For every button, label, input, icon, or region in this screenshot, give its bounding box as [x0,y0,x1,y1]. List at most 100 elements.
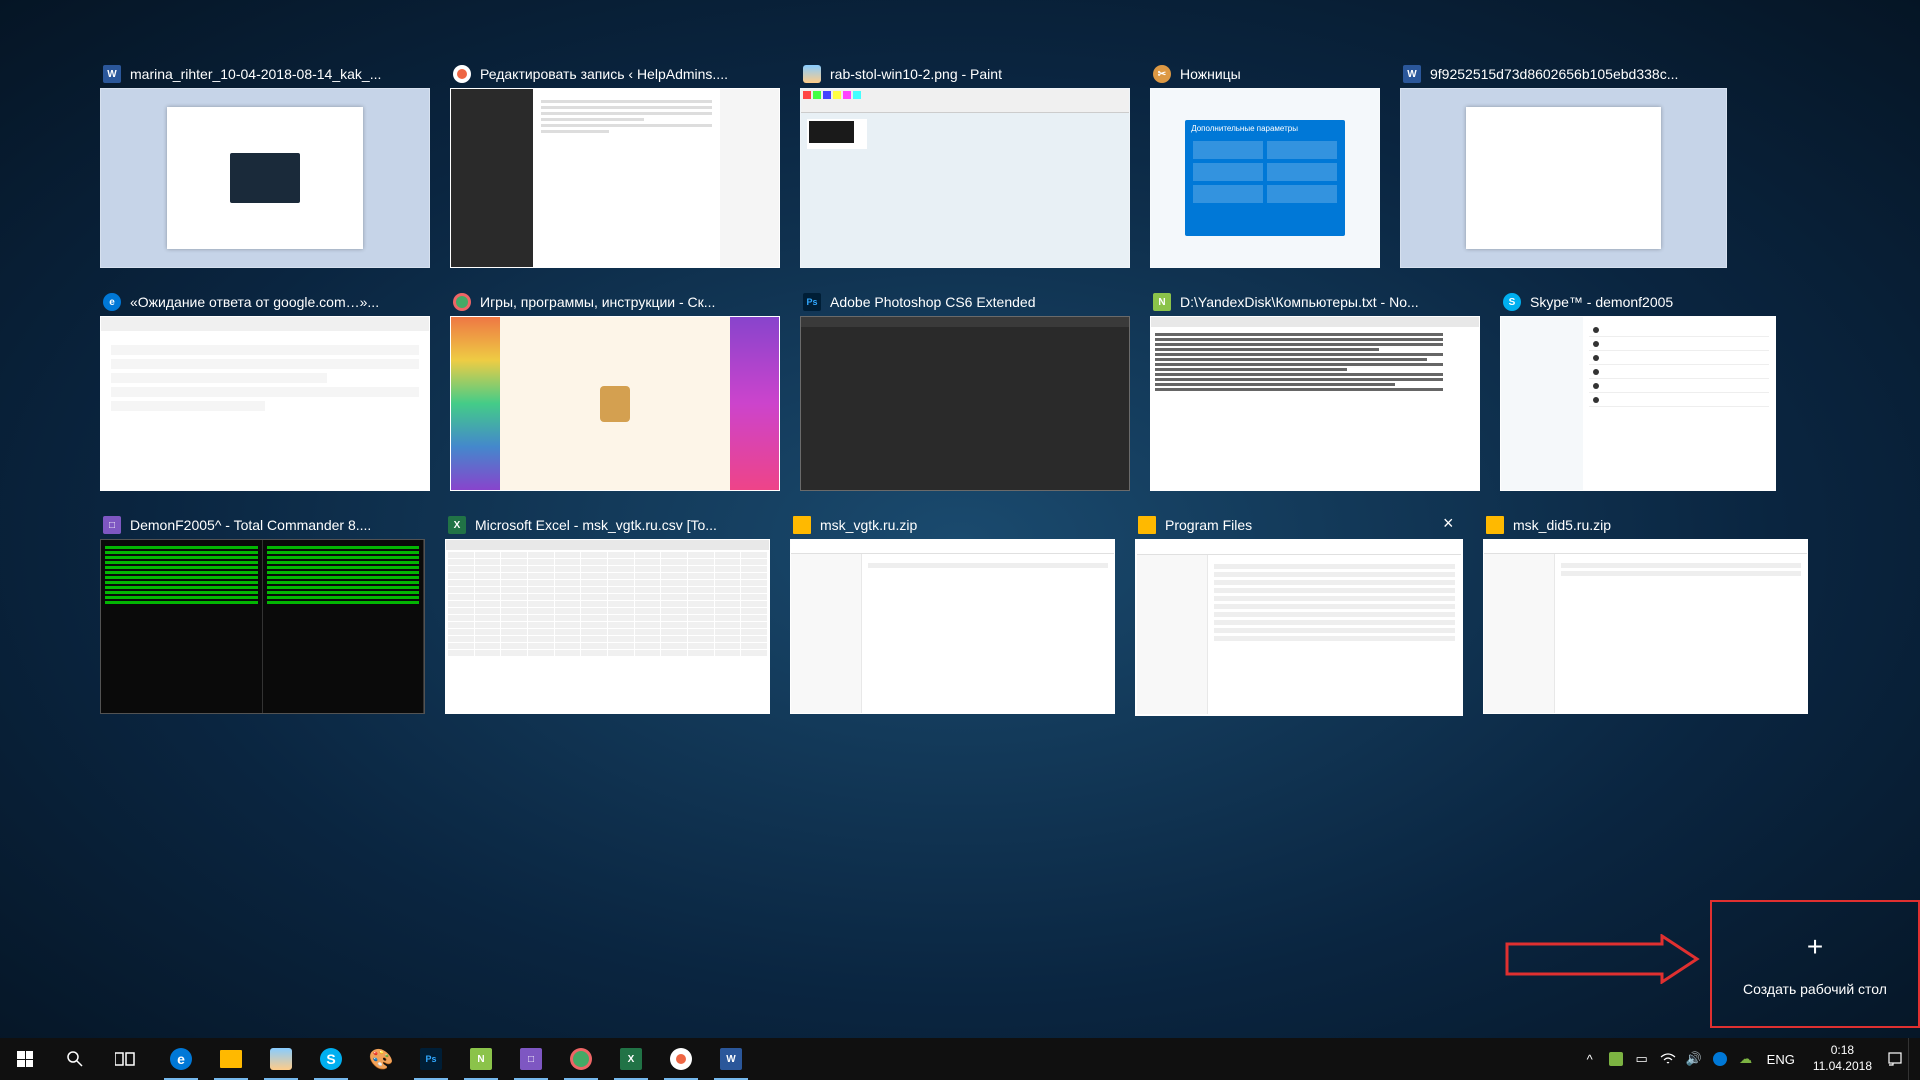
window-title: rab-stol-win10-2.png - Paint [830,66,1002,82]
window-title: Program Files [1165,517,1252,533]
taskbar-right: ^ ▭ 🔊 ☁ ENG 0:18 11.04.2018 [1577,1038,1920,1080]
taskbar-left [0,1038,150,1080]
window-thumb-word1[interactable]: W marina_rihter_10-04-2018-08-14_kak_... [100,60,430,268]
edge-icon: e [102,292,122,312]
task-row-1: W marina_rihter_10-04-2018-08-14_kak_...… [100,60,1820,268]
window-title: msk_vgtk.ru.zip [820,517,917,533]
taskbar-app-totalcmd[interactable]: □ [506,1038,556,1080]
taskbar-app-yandex[interactable] [656,1038,706,1080]
window-thumb-skype[interactable]: SSkype™ - demonf2005 [1500,288,1776,491]
window-preview[interactable] [450,316,780,491]
task-view-button[interactable] [100,1038,150,1080]
window-title: msk_did5.ru.zip [1513,517,1611,533]
window-preview[interactable] [790,539,1115,714]
clock[interactable]: 0:18 11.04.2018 [1803,1043,1882,1074]
window-preview[interactable] [100,539,425,714]
taskbar-apps: e S 🎨 Ps N □ X W [156,1038,756,1080]
window-title: Microsoft Excel - msk_vgtk.ru.csv [To... [475,517,717,533]
window-thumb-totalcmd[interactable]: □ DemonF2005^ - Total Commander 8.... [100,511,425,716]
taskbar: e S 🎨 Ps N □ X W ^ ▭ 🔊 ☁ ENG 0:18 11.04.… [0,1038,1920,1080]
yandex-icon [452,64,472,84]
taskbar-app-paintbrush[interactable]: 🎨 [356,1038,406,1080]
folder-icon [792,515,812,535]
window-thumb-excel[interactable]: X Microsoft Excel - msk_vgtk.ru.csv [To..… [445,511,770,716]
window-thumb-paint[interactable]: rab-stol-win10-2.png - Paint [800,60,1130,268]
close-icon[interactable]: × [1443,516,1461,534]
show-desktop-button[interactable] [1908,1038,1916,1080]
firefox-icon [452,292,472,312]
taskbar-app-explorer[interactable] [206,1038,256,1080]
window-preview[interactable] [445,539,770,714]
window-title: D:\YandexDisk\Компьютеры.txt - No... [1180,294,1419,310]
word-icon: W [102,64,122,84]
taskbar-app-excel[interactable]: X [606,1038,656,1080]
window-title: Ножницы [1180,66,1241,82]
window-title: Adobe Photoshop CS6 Extended [830,294,1036,310]
window-thumb-photoshop[interactable]: Ps Adobe Photoshop CS6 Extended [800,288,1130,491]
window-preview[interactable] [1400,88,1727,268]
window-preview[interactable] [1500,316,1776,491]
taskbar-app-skype[interactable]: S [306,1038,356,1080]
tray-volume-icon[interactable]: 🔊 [1681,1038,1707,1080]
start-button[interactable] [0,1038,50,1080]
taskbar-app-firefox[interactable] [556,1038,606,1080]
photoshop-icon: Ps [802,292,822,312]
task-view: W marina_rihter_10-04-2018-08-14_kak_...… [0,0,1920,716]
taskbar-app-paint[interactable] [256,1038,306,1080]
skype-icon: S [1502,292,1522,312]
tray-chevron-icon[interactable]: ^ [1577,1038,1603,1080]
window-preview[interactable] [800,88,1130,268]
new-desktop-label: Создать рабочий стол [1743,981,1887,997]
scissors-icon: ✂ [1152,64,1172,84]
window-preview[interactable] [450,88,780,268]
window-thumb-firefox[interactable]: Игры, программы, инструкции - Ск... [450,288,780,491]
notepadpp-icon: N [1152,292,1172,312]
tray-app-icon[interactable] [1603,1038,1629,1080]
tray-app2-icon[interactable] [1707,1038,1733,1080]
window-thumb-snip[interactable]: ✂ Ножницы Дополнительные параметры [1150,60,1380,268]
window-title: marina_rihter_10-04-2018-08-14_kak_... [130,66,381,82]
window-thumb-edge[interactable]: e «Ожидание ответа от google.com…»... [100,288,430,491]
window-title: DemonF2005^ - Total Commander 8.... [130,517,371,533]
window-preview[interactable] [1483,539,1808,714]
word-icon: W [1402,64,1422,84]
window-preview[interactable]: Дополнительные параметры [1150,88,1380,268]
language-indicator[interactable]: ENG [1759,1052,1803,1067]
clock-date: 11.04.2018 [1813,1059,1872,1075]
window-preview[interactable] [1135,539,1463,716]
task-row-2: e «Ожидание ответа от google.com…»... Игр… [100,288,1820,491]
new-desktop-button[interactable]: + Создать рабочий стол [1710,900,1920,1028]
window-thumb-notepadpp[interactable]: N D:\YandexDisk\Компьютеры.txt - No... [1150,288,1480,491]
taskbar-app-photoshop[interactable]: Ps [406,1038,456,1080]
folder-icon [1485,515,1505,535]
window-preview[interactable] [100,316,430,491]
snip-panel-title: Дополнительные параметры [1185,120,1345,137]
search-button[interactable] [50,1038,100,1080]
clock-time: 0:18 [1813,1043,1872,1059]
totalcmd-icon: □ [102,515,122,535]
paint-icon [802,64,822,84]
task-row-3: □ DemonF2005^ - Total Commander 8.... X Mi… [100,511,1820,716]
taskbar-app-notepadpp[interactable]: N [456,1038,506,1080]
tray-wifi-icon[interactable] [1655,1038,1681,1080]
tray-onedrive-icon[interactable]: ☁ [1733,1038,1759,1080]
taskbar-app-word[interactable]: W [706,1038,756,1080]
taskbar-app-edge[interactable]: e [156,1038,206,1080]
annotation-arrow [1502,934,1702,984]
window-title: Игры, программы, инструкции - Ск... [480,294,715,310]
tray-battery-icon[interactable]: ▭ [1629,1038,1655,1080]
window-thumb-explorer2[interactable]: Program Files × [1135,511,1463,716]
window-thumb-word2[interactable]: W 9f9252515d73d8602656b105ebd338c... [1400,60,1727,268]
window-thumb-explorer3[interactable]: msk_did5.ru.zip [1483,511,1808,716]
window-title: «Ожидание ответа от google.com…»... [130,294,379,310]
window-preview[interactable] [1150,316,1480,491]
excel-icon: X [447,515,467,535]
window-thumb-explorer1[interactable]: msk_vgtk.ru.zip [790,511,1115,716]
plus-icon: + [1807,931,1823,963]
window-thumb-yandex[interactable]: Редактировать запись ‹ HelpAdmins.... [450,60,780,268]
window-preview[interactable] [800,316,1130,491]
notifications-icon[interactable] [1882,1038,1908,1080]
window-title: Редактировать запись ‹ HelpAdmins.... [480,66,728,82]
window-preview[interactable] [100,88,430,268]
folder-icon [1137,515,1157,535]
